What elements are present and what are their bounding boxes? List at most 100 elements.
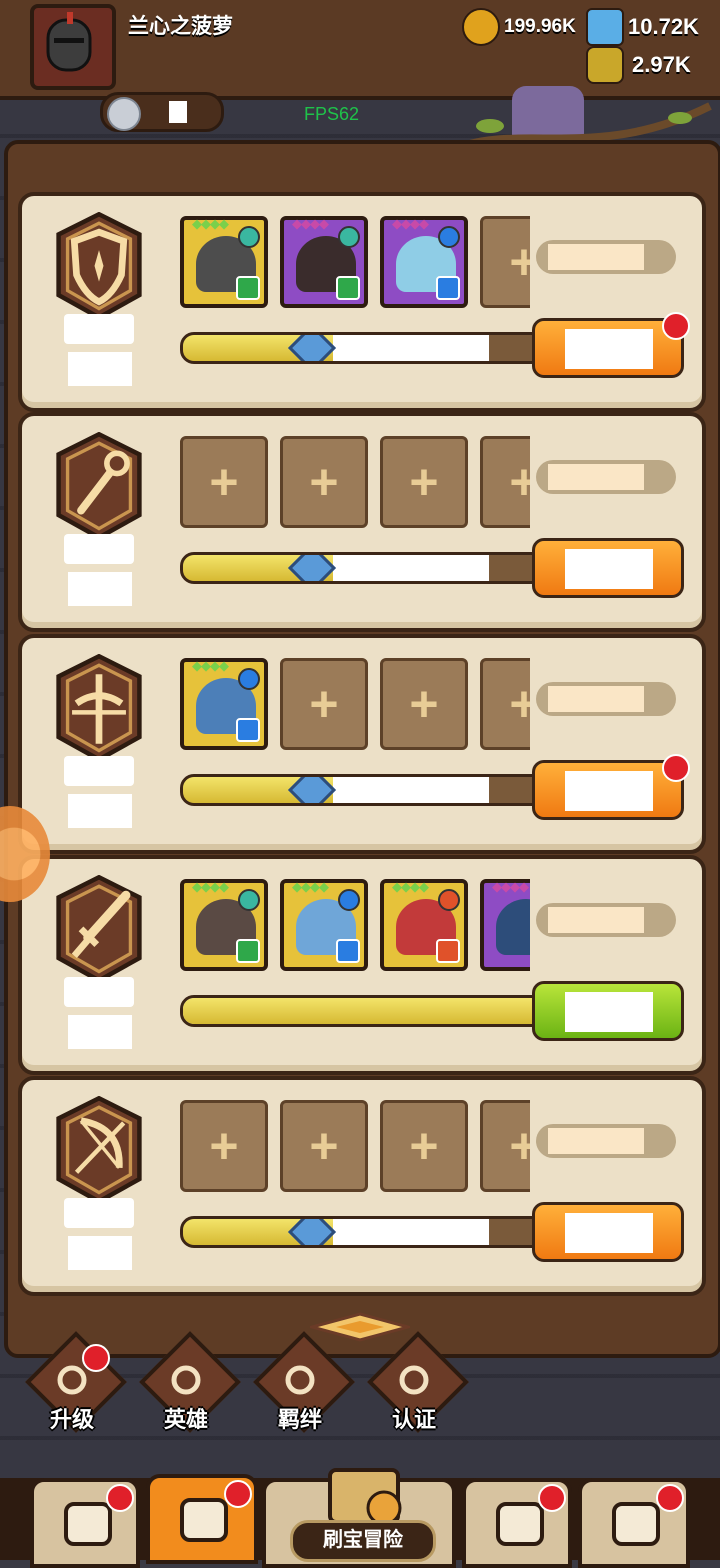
- server-pill[interactable]: [100, 92, 224, 132]
- notification-dot: [662, 312, 690, 340]
- subnav-upgrade[interactable]: 升级: [24, 1331, 127, 1442]
- team-name-redacted: [548, 1128, 644, 1154]
- team-name-redacted: [548, 686, 644, 712]
- notification-dot: [538, 1484, 566, 1512]
- hero-slots: + + + +: [180, 1100, 530, 1196]
- star-rank: ◆◆◆◆: [392, 216, 429, 231]
- button-label-redacted: [565, 549, 653, 589]
- empty-hero-slot[interactable]: +: [280, 658, 368, 750]
- formation-row: + + + +: [18, 1076, 706, 1296]
- element-icon: [238, 889, 260, 911]
- empty-hero-slot[interactable]: +: [480, 658, 530, 750]
- subnav-label: 英雄: [163, 1407, 208, 1432]
- max-level-button[interactable]: [532, 981, 684, 1041]
- blue-crystal-icon: [586, 8, 624, 46]
- bottom-tab-backpack[interactable]: [462, 1478, 572, 1568]
- star-rank: ◆◆◆◆: [192, 658, 229, 673]
- plus-icon: +: [409, 1118, 439, 1174]
- subnav-label: 认证: [391, 1407, 436, 1432]
- notification-dot: [656, 1484, 684, 1512]
- plus-icon: +: [509, 454, 530, 510]
- element-icon: [238, 668, 260, 690]
- plus-icon: +: [309, 454, 339, 510]
- element-icon: [338, 226, 360, 248]
- avatar[interactable]: [30, 4, 116, 90]
- player-name: 兰心之菠萝: [128, 15, 233, 38]
- sword-icon[interactable]: [44, 874, 154, 985]
- crossbow-icon[interactable]: [44, 653, 154, 764]
- subnav-hero[interactable]: 英雄: [138, 1331, 241, 1442]
- plus-icon: +: [509, 1118, 530, 1174]
- role-icon: [236, 718, 260, 742]
- hero-card[interactable]: ◆◆◆◆: [180, 216, 268, 308]
- bottom-tab-hero-portrait[interactable]: [146, 1474, 258, 1564]
- progress-fill: [183, 998, 543, 1024]
- plus-icon: +: [409, 676, 439, 732]
- subnav-eye-certify[interactable]: 认证: [366, 1331, 469, 1442]
- empty-hero-slot[interactable]: +: [480, 436, 530, 528]
- hero-card[interactable]: ◆◆◆◆: [480, 879, 530, 971]
- subnav-label: 升级: [49, 1407, 94, 1432]
- hero-card[interactable]: ◆◆◆◆: [380, 879, 468, 971]
- progress-text-redacted: [333, 1219, 489, 1245]
- class-level-redacted: [68, 1015, 132, 1049]
- collapse-arrow-icon[interactable]: [310, 1312, 410, 1342]
- silver-coin-icon: [107, 97, 141, 131]
- upgrade-button[interactable]: [532, 538, 684, 598]
- level-progress-bar: [180, 332, 546, 364]
- team-name-pill: [536, 460, 676, 494]
- shield-icon[interactable]: [44, 211, 154, 322]
- team-name-pill: [536, 682, 676, 716]
- bow-icon[interactable]: [44, 1095, 154, 1206]
- hero-card[interactable]: ◆◆◆◆: [280, 879, 368, 971]
- empty-hero-slot[interactable]: +: [280, 1100, 368, 1192]
- progress-text-redacted: [333, 777, 489, 803]
- role-icon: [336, 276, 360, 300]
- bottom-tab-forge-hammer[interactable]: [578, 1478, 690, 1568]
- empty-hero-slot[interactable]: +: [280, 436, 368, 528]
- role-icon: [436, 939, 460, 963]
- empty-hero-slot[interactable]: +: [380, 1100, 468, 1192]
- server-label-redacted: [169, 101, 187, 123]
- team-name-redacted: [548, 464, 644, 490]
- star-rank: ◆◆◆◆: [392, 879, 429, 894]
- hero-card[interactable]: ◆◆◆◆: [180, 879, 268, 971]
- team-name-redacted: [548, 907, 644, 933]
- empty-hero-slot[interactable]: +: [380, 436, 468, 528]
- upgrade-button[interactable]: [532, 1202, 684, 1262]
- hero-card[interactable]: ◆◆◆◆: [380, 216, 468, 308]
- notification-dot: [106, 1484, 134, 1512]
- crystal-counter: 10.72K: [586, 8, 699, 46]
- gold-coin-icon: [462, 8, 500, 46]
- subnav-label: 羁绊: [277, 1407, 322, 1432]
- adventure-label[interactable]: 刷宝冒险: [290, 1520, 436, 1562]
- level-progress-bar: [180, 1216, 546, 1248]
- notification-dot: [224, 1480, 252, 1508]
- class-name-redacted: [64, 756, 134, 786]
- empty-hero-slot[interactable]: +: [480, 1100, 530, 1192]
- hero-card[interactable]: ◆◆◆◆: [280, 216, 368, 308]
- empty-hero-slot[interactable]: +: [180, 436, 268, 528]
- team-name-pill: [536, 903, 676, 937]
- element-icon: [438, 889, 460, 911]
- class-level-redacted: [68, 352, 132, 386]
- button-label-redacted: [565, 1213, 653, 1253]
- magic-staff-icon[interactable]: [44, 431, 154, 542]
- role-icon: [436, 276, 460, 300]
- eye-certify-icon: [399, 1365, 429, 1395]
- subnav-bond-fist[interactable]: 羁绊: [252, 1331, 355, 1442]
- hero-card[interactable]: ◆◆◆◆: [180, 658, 268, 750]
- empty-hero-slot[interactable]: +: [180, 1100, 268, 1192]
- gold-counter: 199.96K: [462, 8, 576, 46]
- class-name-redacted: [64, 314, 134, 344]
- hero-portrait: [496, 899, 530, 955]
- class-name-redacted: [64, 1198, 134, 1228]
- empty-hero-slot[interactable]: +: [380, 658, 468, 750]
- star-rank: ◆◆◆◆: [192, 216, 229, 231]
- knight-helmet-icon: [46, 12, 92, 72]
- bottom-tab-shop[interactable]: [30, 1478, 140, 1568]
- role-icon: [336, 939, 360, 963]
- plus-icon: +: [209, 1118, 239, 1174]
- progress-text-redacted: [333, 555, 489, 581]
- empty-hero-slot[interactable]: +: [480, 216, 530, 308]
